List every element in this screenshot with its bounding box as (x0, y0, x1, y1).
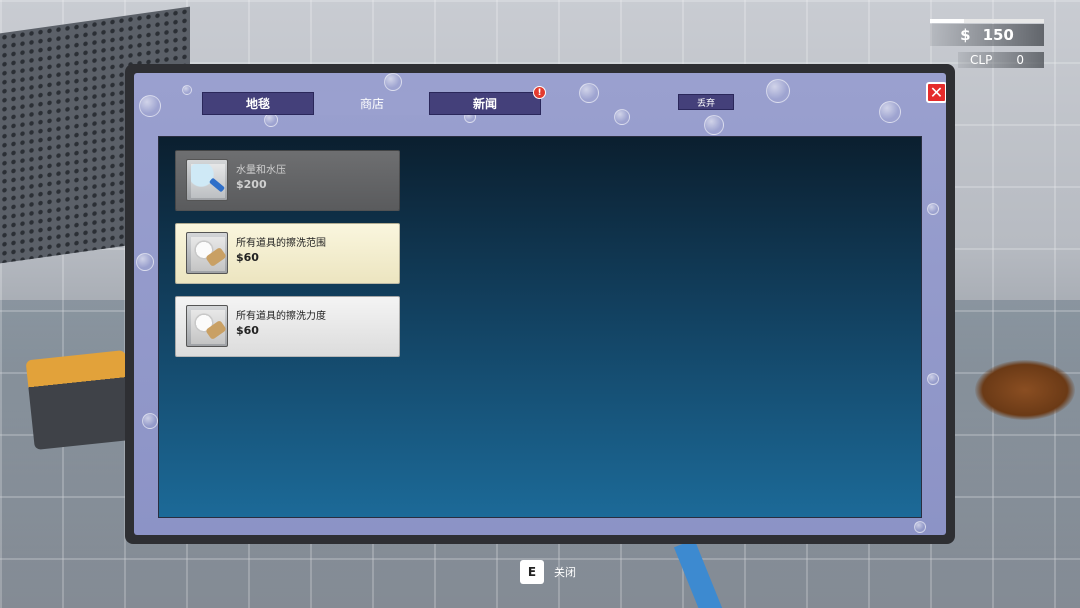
bubble-decoration (614, 109, 630, 125)
sponge-power-icon (191, 310, 225, 344)
shop-item-scrub-power[interactable]: 所有道具的擦洗力度 $60 (175, 296, 400, 357)
bubble-decoration (136, 253, 154, 271)
shop-content-area: 水量和水压 $200 所有道具的擦洗范围 $60 所有道具的擦洗力度 $60 (158, 136, 922, 518)
nozzle-icon (191, 164, 225, 198)
bubble-decoration (579, 83, 599, 103)
item-name: 所有道具的擦洗力度 (236, 311, 326, 322)
item-price: $60 (236, 324, 259, 337)
bubble-decoration (766, 79, 790, 103)
shop-panel: 地毯 商店 新闻 ! 丢弃 ✕ 水量和水压 $200 所有道具的擦洗范围 $60… (125, 64, 955, 544)
tab-news[interactable]: 新闻 ! (429, 86, 546, 115)
bubble-decoration (704, 115, 724, 135)
shop-item-water-pressure[interactable]: 水量和水压 $200 (175, 150, 400, 211)
bubble-decoration (182, 85, 192, 95)
currency-symbol: $ (960, 26, 971, 44)
shop-item-scrub-range[interactable]: 所有道具的擦洗范围 $60 (175, 223, 400, 284)
item-price: $200 (236, 178, 267, 191)
shop-panel-inner: 地毯 商店 新闻 ! 丢弃 ✕ 水量和水压 $200 所有道具的擦洗范围 $60… (134, 73, 946, 535)
key-e-icon[interactable]: E (520, 560, 544, 584)
clp-value: 0 (1016, 53, 1024, 67)
item-name: 水量和水压 (236, 165, 286, 176)
sponge-range-icon (191, 237, 225, 271)
close-icon: ✕ (929, 82, 944, 102)
notification-badge: ! (533, 86, 546, 99)
bubble-decoration (139, 95, 161, 117)
money-value: 150 (982, 26, 1014, 44)
item-thumbnail (186, 159, 228, 201)
clp-label: CLP (970, 53, 993, 67)
tab-label: 新闻 (472, 97, 497, 111)
item-thumbnail (186, 305, 228, 347)
bubble-decoration (264, 113, 278, 127)
bubble-decoration (927, 373, 939, 385)
discard-button[interactable]: 丢弃 (678, 94, 734, 110)
hud-progress-bar (930, 19, 1044, 23)
close-hint: E 关闭 (520, 560, 576, 584)
hud-progress-fill (930, 19, 965, 23)
bubble-decoration (927, 203, 939, 215)
tab-carpet[interactable]: 地毯 (202, 92, 314, 115)
discard-label: 丢弃 (696, 98, 715, 109)
close-hint-label: 关闭 (554, 566, 576, 579)
bubble-decoration (914, 521, 926, 533)
hud-clp: CLP 0 (958, 52, 1044, 68)
tab-label: 商店 (359, 97, 384, 111)
bubble-decoration (879, 101, 901, 123)
tab-label: 地毯 (245, 97, 270, 111)
item-name: 所有道具的擦洗范围 (236, 238, 326, 249)
hud-money: $ 150 (930, 24, 1044, 46)
background-brush (975, 360, 1075, 420)
tab-shop[interactable]: 商店 (316, 92, 428, 115)
item-price: $60 (236, 251, 259, 264)
item-thumbnail (186, 232, 228, 274)
close-button[interactable]: ✕ (926, 82, 946, 103)
background-toolbox (25, 350, 135, 450)
bubble-decoration (384, 73, 402, 91)
bubble-decoration (142, 413, 158, 429)
